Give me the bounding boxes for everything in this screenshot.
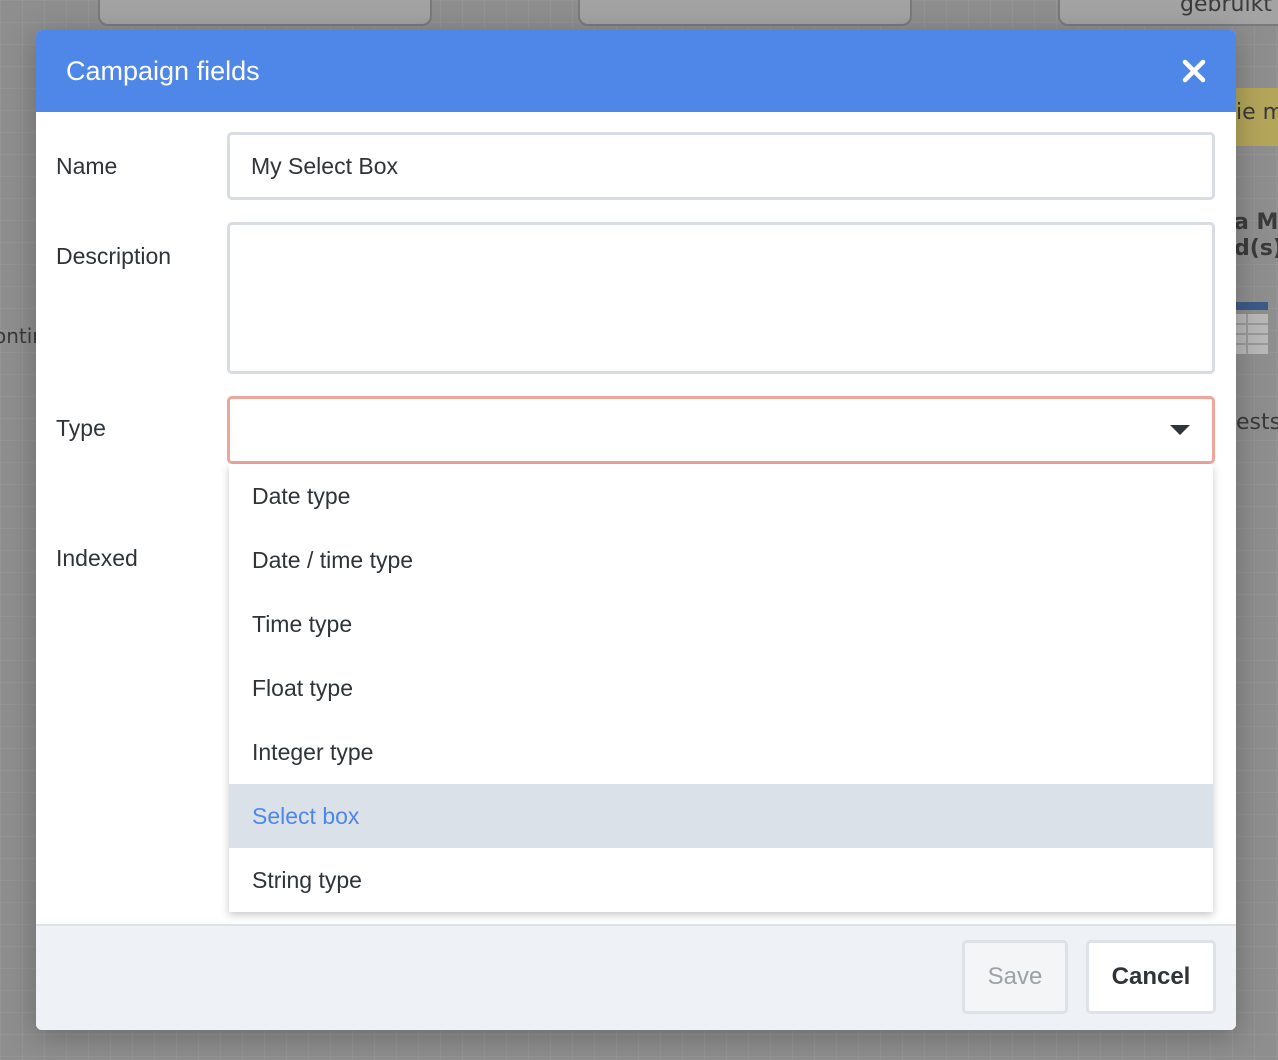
table-icon	[1236, 302, 1268, 354]
dropdown-option-float-type[interactable]: Float type	[229, 656, 1213, 720]
modal-footer: Save Cancel	[36, 924, 1236, 1030]
dropdown-option-date-type[interactable]: Date type	[229, 464, 1213, 528]
background-text: ontir	[0, 324, 41, 348]
campaign-fields-modal: Campaign fields Name My Select Box Descr…	[36, 30, 1236, 1030]
save-button[interactable]: Save	[962, 940, 1068, 1014]
type-dropdown-menu: Date type Date / time type Time type Flo…	[229, 464, 1213, 912]
description-label: Description	[56, 243, 172, 269]
dropdown-option-label: Float type	[252, 674, 353, 701]
cancel-button[interactable]: Cancel	[1086, 940, 1216, 1014]
dropdown-option-date-time-type[interactable]: Date / time type	[229, 528, 1213, 592]
close-icon	[1182, 59, 1206, 83]
dropdown-option-label: Select box	[252, 802, 360, 829]
dropdown-option-label: String type	[252, 866, 362, 893]
background-text: d(s)	[1234, 236, 1278, 261]
background-text: ests	[1236, 410, 1278, 435]
background-node	[98, 0, 432, 26]
background-text: a Mo	[1234, 210, 1278, 235]
dropdown-option-time-type[interactable]: Time type	[229, 592, 1213, 656]
background-node	[578, 0, 912, 26]
description-textarea[interactable]	[227, 222, 1215, 374]
name-label: Name	[56, 153, 118, 179]
close-button[interactable]	[1176, 53, 1212, 89]
chevron-down-icon	[1170, 425, 1190, 435]
name-input-value: My Select Box	[251, 152, 398, 179]
background-text: ie m	[1236, 100, 1278, 125]
modal-title: Campaign fields	[66, 55, 260, 86]
type-label: Type	[56, 415, 106, 441]
dropdown-option-label: Time type	[252, 610, 353, 637]
type-select[interactable]	[227, 396, 1215, 464]
dropdown-option-string-type[interactable]: String type	[229, 848, 1213, 912]
background-text: gebruikt	[1180, 0, 1272, 17]
dropdown-option-label: Integer type	[252, 738, 374, 765]
dropdown-option-label: Date type	[252, 482, 351, 509]
modal-header: Campaign fields	[36, 30, 1236, 112]
dropdown-option-select-box[interactable]: Select box	[229, 784, 1213, 848]
indexed-label: Indexed	[56, 545, 138, 571]
dropdown-option-integer-type[interactable]: Integer type	[229, 720, 1213, 784]
dropdown-option-label: Date / time type	[252, 546, 414, 573]
name-input[interactable]: My Select Box	[227, 132, 1215, 200]
